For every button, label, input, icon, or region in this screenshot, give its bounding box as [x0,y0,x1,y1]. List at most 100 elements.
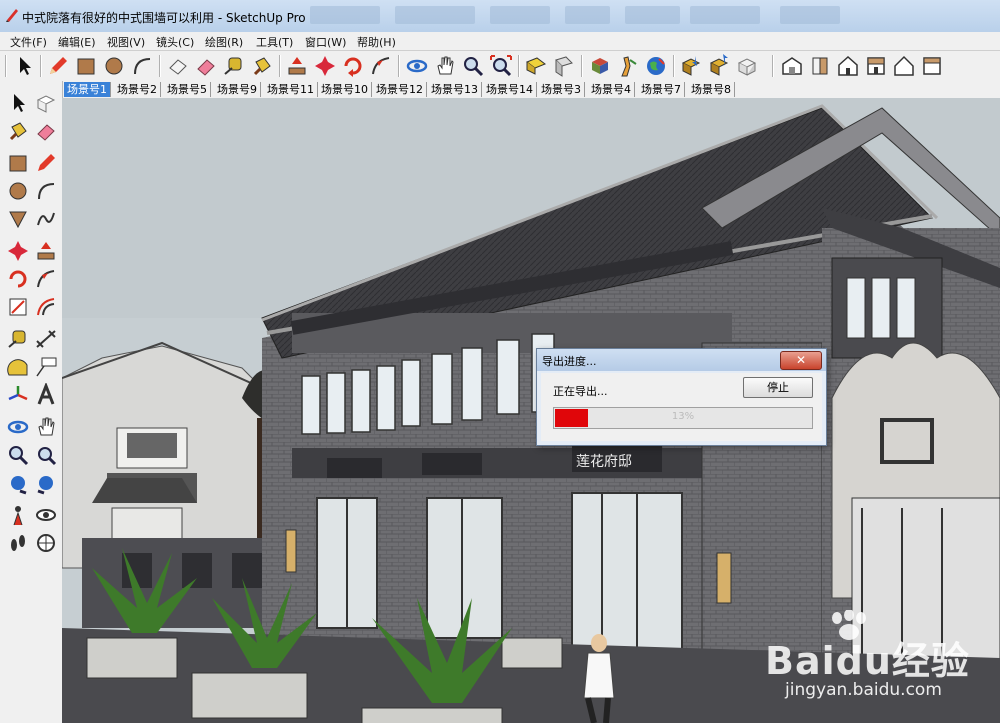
scene-tab-10[interactable]: 场景号10 [318,82,372,97]
scene-tab-13[interactable]: 场景号13 [428,82,482,97]
orbit-icon[interactable] [6,415,30,439]
circle-icon[interactable] [102,54,126,78]
scene-tab-9[interactable]: 场景号9 [214,82,261,97]
scene-tab-14[interactable]: 场景号14 [483,82,537,97]
toolbar-separator [5,55,7,77]
toolbar-separator [159,55,161,77]
scene-tab-5[interactable]: 场景号5 [164,82,211,97]
menu-edit[interactable]: 编辑(E) [58,34,96,50]
zoom-icon[interactable] [6,443,30,467]
orbit-icon[interactable] [405,54,429,78]
dimension-icon[interactable] [34,327,58,351]
polygon-icon[interactable] [6,207,30,231]
rotate-icon[interactable] [341,54,365,78]
look-around-icon[interactable] [34,503,58,527]
pan-icon[interactable] [34,415,58,439]
move-icon[interactable] [313,54,337,78]
walk-icon[interactable] [6,531,30,555]
select-icon[interactable] [12,54,36,78]
freehand-icon[interactable] [34,207,58,231]
right-view-icon[interactable] [864,54,888,78]
text-icon[interactable] [34,355,58,379]
walk-icon[interactable] [616,54,640,78]
component-icon[interactable] [588,54,612,78]
section-plane-icon[interactable] [34,531,58,555]
earth-icon[interactable] [644,54,668,78]
move-icon[interactable] [6,239,30,263]
push-pull-icon[interactable] [34,239,58,263]
position-camera-icon[interactable] [6,503,30,527]
circle-icon[interactable] [6,179,30,203]
scene-tab-2[interactable]: 场景号2 [114,82,161,97]
section-plane-icon[interactable] [552,54,576,78]
menu-file[interactable]: 文件(F) [10,34,47,50]
toolbar-separator [40,55,42,77]
zoom-icon[interactable] [461,54,485,78]
previous-view-icon[interactable] [6,471,30,495]
eraser-icon[interactable] [34,119,58,143]
export-progress-dialog: 导出进度... ✕ 正在导出... 停止 13% [536,348,827,446]
import-icon[interactable] [679,54,703,78]
tape-measure-icon[interactable] [6,327,30,351]
pencil-icon[interactable] [46,54,70,78]
stop-button[interactable]: 停止 [743,377,813,398]
shop-sign-text: 莲花府邸 [576,454,632,470]
scene-tab-3[interactable]: 场景号3 [538,82,585,97]
scale-icon[interactable] [6,295,30,319]
arc-icon[interactable] [34,179,58,203]
menu-view[interactable]: 视图(V) [107,34,145,50]
zoom-extents-icon[interactable] [489,54,513,78]
offset-icon[interactable] [34,295,58,319]
scene-tabs: 场景号1 场景号2 场景号5 场景号9 场景号11 场景号10 场景号12 场景… [62,81,1000,98]
pencil-icon[interactable] [34,151,58,175]
section-icon[interactable] [524,54,548,78]
toolbar-separator [581,55,583,77]
dialog-title-bar[interactable]: 导出进度... ✕ [537,349,826,371]
scene-tab-4[interactable]: 场景号4 [588,82,635,97]
progress-percent: 13% [671,411,695,422]
zoom-window-icon[interactable] [34,443,58,467]
menu-window[interactable]: 窗口(W) [305,34,346,50]
blurred-taskbar-item [565,6,610,24]
close-button[interactable]: ✕ [780,351,822,370]
follow-me-icon[interactable] [369,54,393,78]
menu-draw[interactable]: 绘图(R) [205,34,243,50]
tape-measure-icon[interactable] [222,54,246,78]
pan-icon[interactable] [433,54,457,78]
warehouse-icon[interactable] [735,54,759,78]
scene-tab-7[interactable]: 场景号7 [638,82,685,97]
push-pull-icon[interactable] [285,54,309,78]
component-make-icon[interactable] [34,91,58,115]
blurred-taskbar-item [625,6,680,24]
back-view-icon[interactable] [892,54,916,78]
rotate-icon[interactable] [6,267,30,291]
left-toolbar [0,81,63,723]
export-icon[interactable] [707,54,731,78]
close-icon: ✕ [795,353,807,367]
paint-bucket-icon[interactable] [250,54,274,78]
arc-icon[interactable] [130,54,154,78]
top-view-icon[interactable] [836,54,860,78]
eraser-icon[interactable] [166,54,190,78]
iso-view-icon[interactable] [780,54,804,78]
next-view-icon[interactable] [34,471,58,495]
scene-tab-8[interactable]: 场景号8 [688,82,735,97]
eraser-pink-icon[interactable] [194,54,218,78]
scene-tab-1[interactable]: 场景号1 [64,82,111,97]
select-icon[interactable] [6,91,30,115]
scene-tab-11[interactable]: 场景号11 [264,82,318,97]
rectangle-icon[interactable] [74,54,98,78]
paint-bucket-icon[interactable] [6,119,30,143]
axes-icon[interactable] [6,383,30,407]
menu-help[interactable]: 帮助(H) [357,34,396,50]
follow-me-icon[interactable] [34,267,58,291]
menu-tools[interactable]: 工具(T) [256,34,293,50]
3d-text-icon[interactable] [34,381,58,407]
rectangle-icon[interactable] [6,151,30,175]
front-view-icon[interactable] [808,54,832,78]
left-view-icon[interactable] [920,54,944,78]
menu-camera[interactable]: 镜头(C) [156,34,194,50]
blurred-taskbar-item [310,6,380,24]
scene-tab-12[interactable]: 场景号12 [373,82,427,97]
protractor-icon[interactable] [6,355,30,379]
